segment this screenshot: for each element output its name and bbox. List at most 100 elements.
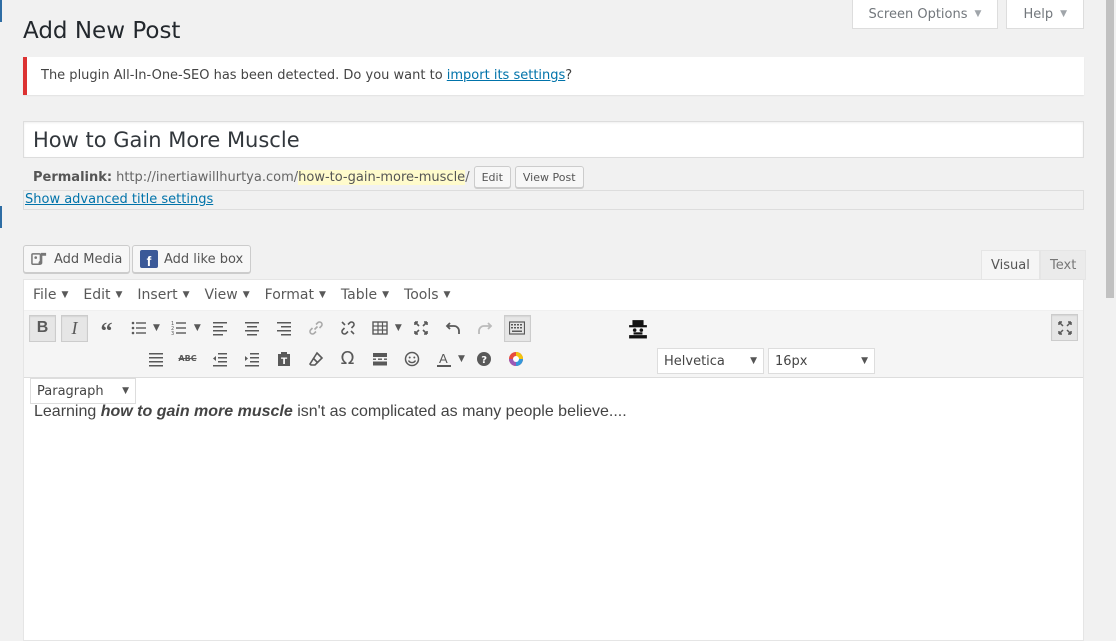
menu-file[interactable]: File ▼ <box>33 287 68 303</box>
color-wheel-icon[interactable] <box>503 345 530 372</box>
fullscreen-expand-icon[interactable] <box>408 315 435 342</box>
advanced-title-link[interactable]: Show advanced title settings <box>25 192 213 207</box>
font-family-select[interactable]: Helvetica ▼ <box>657 348 764 374</box>
permalink-trailing: / <box>465 169 470 185</box>
menu-label: Table <box>340 287 378 303</box>
scrollbar-thumb[interactable] <box>1106 0 1114 298</box>
fullscreen-icon[interactable] <box>1051 314 1078 341</box>
menu-label: Tools <box>404 287 439 303</box>
menu-table[interactable]: Table ▼ <box>341 287 389 303</box>
clear-formatting-icon[interactable] <box>302 345 329 372</box>
undo-icon[interactable] <box>440 315 467 342</box>
advanced-title-bar: Show advanced title settings <box>23 190 1084 210</box>
emoticon-icon[interactable] <box>398 345 425 372</box>
add-like-box-button[interactable]: f Add like box <box>132 245 252 273</box>
caret-down-icon: ▼ <box>115 290 123 300</box>
indent-icon[interactable] <box>238 345 265 372</box>
blockquote-icon[interactable]: “ <box>93 315 120 344</box>
editor-content[interactable]: Learning how to gain more muscle isn't a… <box>24 379 1083 641</box>
left-accent <box>0 206 2 228</box>
caret-down-icon: ▼ <box>443 290 451 300</box>
menu-edit[interactable]: Edit ▼ <box>83 287 122 303</box>
numbered-list-icon[interactable]: 123 <box>166 315 193 342</box>
insert-more-icon[interactable] <box>366 345 393 372</box>
svg-text:3: 3 <box>171 331 174 336</box>
bold-button[interactable]: B <box>29 314 56 342</box>
view-post-button[interactable]: View Post <box>514 166 584 188</box>
page-title: Add New Post <box>23 18 181 44</box>
post-title-input[interactable]: How to Gain More Muscle <box>23 121 1084 158</box>
toolbar-row-1: B I “ ▼ 123 ▼ ▼ <box>29 314 536 344</box>
caret-down-icon: ▼ <box>382 290 390 300</box>
menu-view[interactable]: View ▼ <box>204 287 249 303</box>
strikethrough-icon[interactable]: ABC <box>174 345 201 372</box>
permalink-label: Permalink: <box>33 169 113 185</box>
screen-meta-links: Screen Options ▼ Help ▼ <box>851 0 1084 29</box>
menu-tools[interactable]: Tools ▼ <box>404 287 450 303</box>
edit-permalink-button[interactable]: Edit <box>473 166 511 188</box>
import-settings-link[interactable]: import its settings <box>447 68 566 83</box>
toolbar-toggle-icon[interactable] <box>503 314 531 342</box>
caret-down-icon[interactable]: ▼ <box>458 354 465 364</box>
unlink-icon[interactable] <box>335 315 362 342</box>
permalink-slug[interactable]: how-to-gain-more-muscle <box>298 169 466 185</box>
svg-text:A: A <box>439 351 448 366</box>
svg-text:?: ? <box>482 355 488 366</box>
plugin-notice: The plugin All-In-One-SEO has been detec… <box>23 57 1084 95</box>
menu-label: Format <box>264 287 314 303</box>
content-text: Learning <box>34 403 101 420</box>
add-media-button[interactable]: Add Media <box>23 245 131 273</box>
link-icon[interactable] <box>303 315 330 342</box>
menu-label: Insert <box>137 287 178 303</box>
special-character-icon[interactable]: Ω <box>334 345 361 372</box>
menu-label: Edit <box>83 287 111 303</box>
font-size-select[interactable]: 16px ▼ <box>768 348 875 374</box>
caret-down-icon: ▼ <box>1060 9 1067 19</box>
paste-text-icon[interactable]: T <box>270 345 297 372</box>
left-accent <box>0 0 2 22</box>
menu-label: File <box>33 287 57 303</box>
editor-body[interactable]: Learning how to gain more muscle isn't a… <box>24 379 1083 445</box>
caret-down-icon: ▼ <box>750 356 757 366</box>
add-media-label: Add Media <box>54 251 123 267</box>
caret-down-icon[interactable]: ▼ <box>194 323 201 333</box>
facebook-icon: f <box>140 250 158 268</box>
font-size-value: 16px <box>775 353 808 369</box>
tab-text[interactable]: Text <box>1040 250 1087 280</box>
tab-visual[interactable]: Visual <box>981 250 1040 280</box>
caret-down-icon: ▼ <box>242 290 250 300</box>
caret-down-icon[interactable]: ▼ <box>153 323 160 333</box>
notice-text: The plugin All-In-One-SEO has been detec… <box>41 68 447 83</box>
align-center-icon[interactable] <box>239 315 266 342</box>
justify-icon[interactable] <box>142 345 169 372</box>
menu-insert[interactable]: Insert ▼ <box>137 287 189 303</box>
table-icon[interactable] <box>367 315 394 342</box>
help-label: Help <box>1023 6 1054 22</box>
italic-button[interactable]: I <box>61 314 88 342</box>
content-text-end: isn't as complicated as many people beli… <box>292 403 627 420</box>
svg-text:T: T <box>281 357 288 367</box>
toolbar-row-2: ABC T Ω A ▼ ? <box>142 345 535 372</box>
help-button[interactable]: Help ▼ <box>1006 0 1084 29</box>
caret-down-icon[interactable]: ▼ <box>395 323 402 333</box>
font-family-value: Helvetica <box>664 353 725 369</box>
align-left-icon[interactable] <box>207 315 234 342</box>
editor-menubar: File ▼ Edit ▼ Insert ▼ View ▼ Format ▼ Table ▼… <box>24 280 1083 311</box>
caret-down-icon: ▼ <box>974 9 982 19</box>
spy-agent-icon[interactable] <box>624 315 651 342</box>
screen-options-button[interactable]: Screen Options ▼ <box>851 0 999 29</box>
page-scrollbar[interactable] <box>1104 0 1116 641</box>
content-bold-italic: how to gain more muscle <box>100 403 293 420</box>
outdent-icon[interactable] <box>206 345 233 372</box>
align-right-icon[interactable] <box>271 315 298 342</box>
menu-format[interactable]: Format ▼ <box>265 287 326 303</box>
caret-down-icon: ▼ <box>182 290 190 300</box>
text-color-icon[interactable]: A <box>430 345 457 372</box>
help-icon[interactable]: ? <box>471 345 498 372</box>
media-icon <box>31 252 47 265</box>
caret-down-icon: ▼ <box>861 356 868 366</box>
bullet-list-icon[interactable] <box>125 315 152 342</box>
redo-icon[interactable] <box>472 315 499 342</box>
caret-down-icon: ▼ <box>318 290 326 300</box>
permalink-base: http://inertiawillhurtya.com/ <box>116 169 299 185</box>
